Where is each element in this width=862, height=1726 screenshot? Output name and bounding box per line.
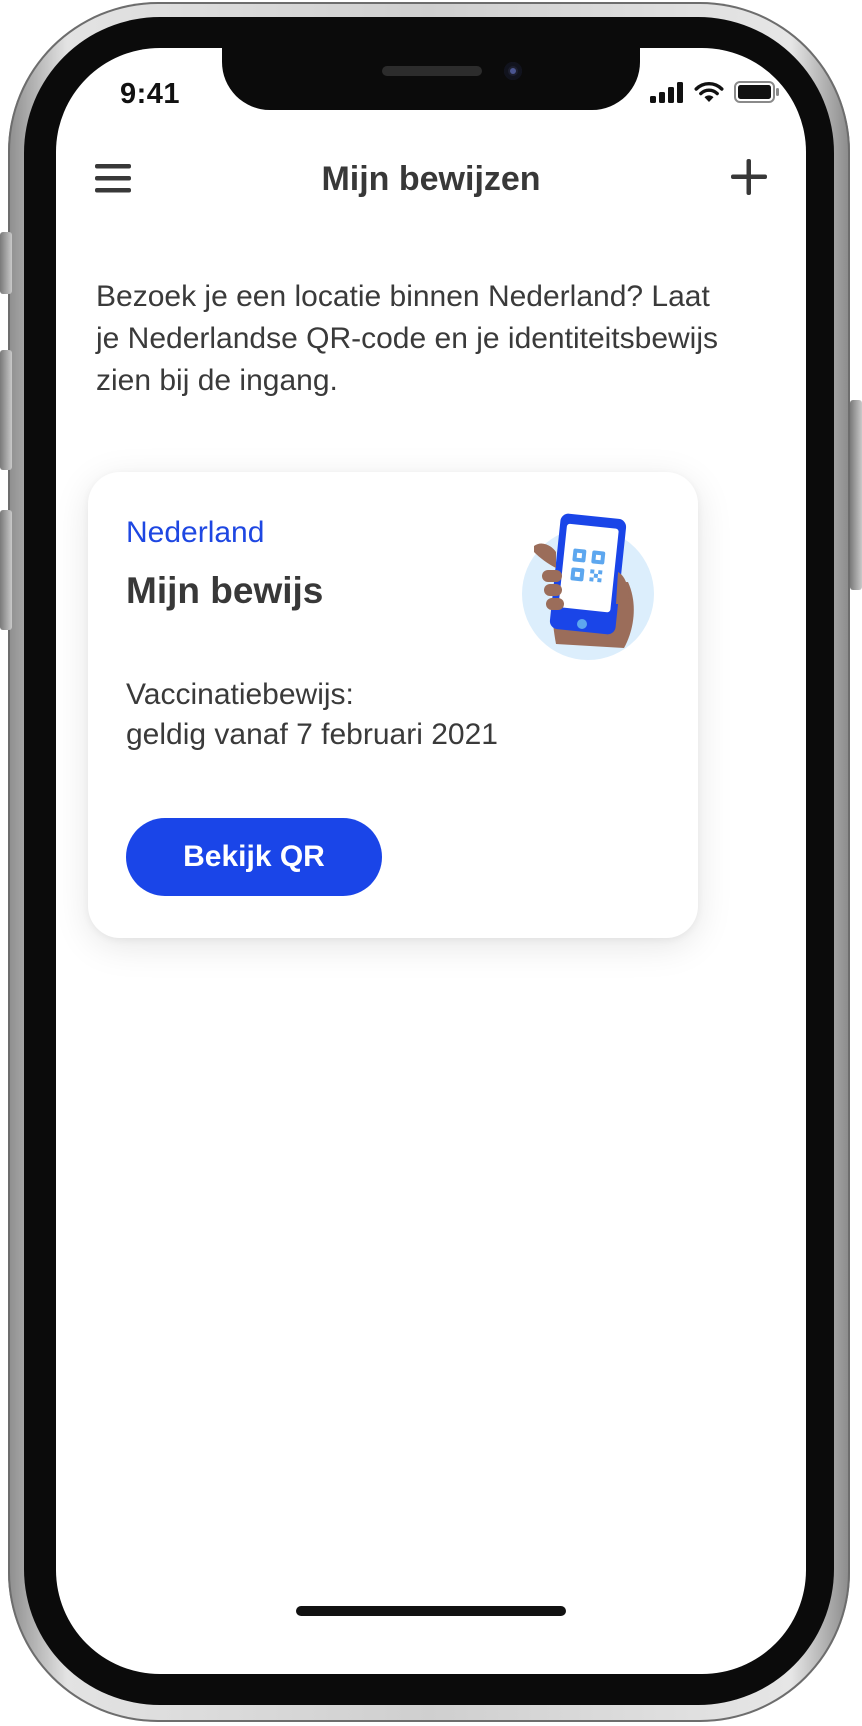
- volume-up-button: [0, 350, 12, 470]
- card-description-validity: geldig vanaf 7 februari 2021: [126, 718, 498, 751]
- mute-switch: [0, 232, 12, 294]
- status-time: 9:41: [120, 78, 181, 110]
- power-button: [850, 400, 862, 590]
- phone-mockup: 9:41 Mijn bewijzen Bezoek je een locatie…: [0, 0, 862, 1726]
- intro-text: Bezoek je een locatie binnen Nederland? …: [96, 280, 719, 397]
- notch: [222, 48, 640, 110]
- card-country: Nederland: [126, 516, 265, 549]
- card-description-type: Vaccinatiebewijs:: [126, 678, 354, 711]
- proof-card[interactable]: Nederland Mijn bewijs Vaccinatiebewijs: …: [88, 472, 698, 938]
- plus-icon: [731, 159, 767, 195]
- front-camera: [504, 62, 522, 80]
- app-screen: 9:41 Mijn bewijzen Bezoek je een locatie…: [56, 48, 806, 1674]
- home-indicator[interactable]: [296, 1606, 566, 1616]
- view-qr-button[interactable]: Bekijk QR: [126, 818, 382, 896]
- hand-holding-phone-qr-icon: [522, 513, 654, 660]
- add-proof-button[interactable]: [728, 156, 770, 198]
- status-icons: [650, 78, 780, 106]
- volume-down-button: [0, 510, 12, 630]
- wifi-icon: [694, 82, 724, 102]
- page-title: Mijn bewijzen: [321, 160, 541, 198]
- cellular-signal-icon: [650, 82, 683, 103]
- card-title: Mijn bewijs: [126, 570, 324, 611]
- battery-icon: [734, 81, 779, 103]
- earpiece-speaker: [382, 66, 482, 76]
